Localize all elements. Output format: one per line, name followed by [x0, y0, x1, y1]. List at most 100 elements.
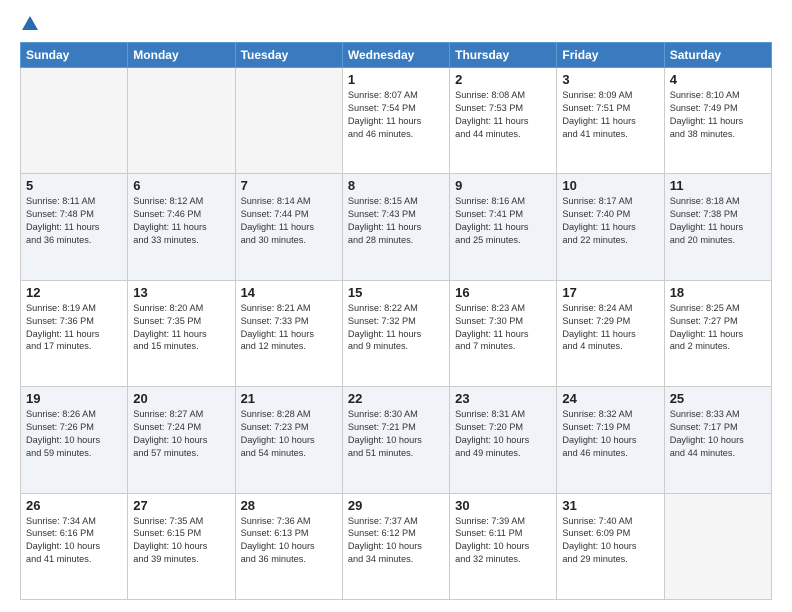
calendar-cell: 8 Sunrise: 8:15 AM Sunset: 7:43 PM Daylig…: [342, 174, 449, 280]
day-info: Sunrise: 8:26 AM Sunset: 7:26 PM Dayligh…: [26, 408, 122, 460]
day-info: Sunrise: 8:31 AM Sunset: 7:20 PM Dayligh…: [455, 408, 551, 460]
day-info: Sunrise: 7:34 AM Sunset: 6:16 PM Dayligh…: [26, 515, 122, 567]
day-info: Sunrise: 8:33 AM Sunset: 7:17 PM Dayligh…: [670, 408, 766, 460]
week-row-2: 5Sunrise: 8:11 AM Sunset: 7:48 PM Daylig…: [21, 174, 772, 280]
header: [20, 16, 772, 32]
day-number: 25: [670, 391, 766, 406]
calendar-cell: 3Sunrise: 8:09 AM Sunset: 7:51 PM Daylig…: [557, 68, 664, 174]
weekday-header-friday: Friday: [557, 43, 664, 68]
day-info: Sunrise: 8:20 AM Sunset: 7:35 PM Dayligh…: [133, 302, 229, 354]
calendar-cell: 27 Sunrise: 7:35 AM Sunset: 6:15 PM Dayli…: [128, 493, 235, 599]
day-info: Sunrise: 8:12 AM Sunset: 7:46 PM Dayligh…: [133, 195, 229, 247]
day-number: 27: [133, 498, 229, 513]
calendar-table: SundayMondayTuesdayWednesdayThursdayFrid…: [20, 42, 772, 600]
day-number: 7: [241, 178, 337, 193]
day-number: 4: [670, 72, 766, 87]
day-info: Sunrise: 7:35 AM Sunset: 6:15 PM Dayligh…: [133, 515, 229, 567]
day-number: 17: [562, 285, 658, 300]
weekday-header-row: SundayMondayTuesdayWednesdayThursdayFrid…: [21, 43, 772, 68]
day-number: 28: [241, 498, 337, 513]
calendar-cell: 19 Sunrise: 8:26 AM Sunset: 7:26 PM Dayli…: [21, 387, 128, 493]
calendar-cell: 6 Sunrise: 8:12 AM Sunset: 7:46 PM Daylig…: [128, 174, 235, 280]
calendar-cell: [664, 493, 771, 599]
logo: [20, 16, 38, 32]
day-number: 16: [455, 285, 551, 300]
calendar-cell: 20 Sunrise: 8:27 AM Sunset: 7:24 PM Dayli…: [128, 387, 235, 493]
weekday-header-saturday: Saturday: [664, 43, 771, 68]
day-number: 3: [562, 72, 658, 87]
day-number: 21: [241, 391, 337, 406]
day-number: 12: [26, 285, 122, 300]
day-info: Sunrise: 8:30 AM Sunset: 7:21 PM Dayligh…: [348, 408, 444, 460]
calendar-cell: 2 Sunrise: 8:08 AM Sunset: 7:53 PM Daylig…: [450, 68, 557, 174]
weekday-header-tuesday: Tuesday: [235, 43, 342, 68]
day-info: Sunrise: 8:24 AM Sunset: 7:29 PM Dayligh…: [562, 302, 658, 354]
day-info: Sunrise: 8:10 AM Sunset: 7:49 PM Dayligh…: [670, 89, 766, 141]
day-info: Sunrise: 8:08 AM Sunset: 7:53 PM Dayligh…: [455, 89, 551, 141]
calendar-cell: 11 Sunrise: 8:18 AM Sunset: 7:38 PM Dayli…: [664, 174, 771, 280]
day-info: Sunrise: 7:40 AM Sunset: 6:09 PM Dayligh…: [562, 515, 658, 567]
calendar-cell: 9 Sunrise: 8:16 AM Sunset: 7:41 PM Daylig…: [450, 174, 557, 280]
day-number: 30: [455, 498, 551, 513]
day-info: Sunrise: 8:14 AM Sunset: 7:44 PM Dayligh…: [241, 195, 337, 247]
day-number: 2: [455, 72, 551, 87]
week-row-4: 19 Sunrise: 8:26 AM Sunset: 7:26 PM Dayli…: [21, 387, 772, 493]
day-info: Sunrise: 8:16 AM Sunset: 7:41 PM Dayligh…: [455, 195, 551, 247]
day-number: 29: [348, 498, 444, 513]
day-info: Sunrise: 8:28 AM Sunset: 7:23 PM Dayligh…: [241, 408, 337, 460]
day-number: 8: [348, 178, 444, 193]
day-info: Sunrise: 8:23 AM Sunset: 7:30 PM Dayligh…: [455, 302, 551, 354]
day-number: 20: [133, 391, 229, 406]
day-number: 19: [26, 391, 122, 406]
calendar-cell: 4 Sunrise: 8:10 AM Sunset: 7:49 PM Daylig…: [664, 68, 771, 174]
day-info: Sunrise: 8:27 AM Sunset: 7:24 PM Dayligh…: [133, 408, 229, 460]
day-number: 1: [348, 72, 444, 87]
calendar-cell: 18Sunrise: 8:25 AM Sunset: 7:27 PM Dayli…: [664, 280, 771, 386]
calendar-cell: 12Sunrise: 8:19 AM Sunset: 7:36 PM Dayli…: [21, 280, 128, 386]
day-info: Sunrise: 7:39 AM Sunset: 6:11 PM Dayligh…: [455, 515, 551, 567]
calendar-cell: 1Sunrise: 8:07 AM Sunset: 7:54 PM Daylig…: [342, 68, 449, 174]
calendar-cell: 23 Sunrise: 8:31 AM Sunset: 7:20 PM Dayli…: [450, 387, 557, 493]
week-row-5: 26Sunrise: 7:34 AM Sunset: 6:16 PM Dayli…: [21, 493, 772, 599]
calendar-cell: 30 Sunrise: 7:39 AM Sunset: 6:11 PM Dayli…: [450, 493, 557, 599]
day-number: 15: [348, 285, 444, 300]
day-number: 6: [133, 178, 229, 193]
week-row-3: 12Sunrise: 8:19 AM Sunset: 7:36 PM Dayli…: [21, 280, 772, 386]
page: SundayMondayTuesdayWednesdayThursdayFrid…: [0, 0, 792, 612]
calendar-cell: 14 Sunrise: 8:21 AM Sunset: 7:33 PM Dayli…: [235, 280, 342, 386]
calendar-cell: 28 Sunrise: 7:36 AM Sunset: 6:13 PM Dayli…: [235, 493, 342, 599]
logo-triangle-icon: [22, 16, 38, 30]
day-info: Sunrise: 8:15 AM Sunset: 7:43 PM Dayligh…: [348, 195, 444, 247]
calendar-cell: 16 Sunrise: 8:23 AM Sunset: 7:30 PM Dayli…: [450, 280, 557, 386]
calendar-cell: [21, 68, 128, 174]
calendar-cell: 5Sunrise: 8:11 AM Sunset: 7:48 PM Daylig…: [21, 174, 128, 280]
calendar-cell: 25 Sunrise: 8:33 AM Sunset: 7:17 PM Dayli…: [664, 387, 771, 493]
day-number: 23: [455, 391, 551, 406]
week-row-1: 1Sunrise: 8:07 AM Sunset: 7:54 PM Daylig…: [21, 68, 772, 174]
calendar-cell: 22 Sunrise: 8:30 AM Sunset: 7:21 PM Dayli…: [342, 387, 449, 493]
calendar-cell: 10Sunrise: 8:17 AM Sunset: 7:40 PM Dayli…: [557, 174, 664, 280]
calendar-cell: [128, 68, 235, 174]
day-number: 14: [241, 285, 337, 300]
calendar-cell: 24 Sunrise: 8:32 AM Sunset: 7:19 PM Dayli…: [557, 387, 664, 493]
calendar-cell: 17 Sunrise: 8:24 AM Sunset: 7:29 PM Dayli…: [557, 280, 664, 386]
day-info: Sunrise: 8:32 AM Sunset: 7:19 PM Dayligh…: [562, 408, 658, 460]
day-info: Sunrise: 8:18 AM Sunset: 7:38 PM Dayligh…: [670, 195, 766, 247]
day-number: 31: [562, 498, 658, 513]
day-info: Sunrise: 8:17 AM Sunset: 7:40 PM Dayligh…: [562, 195, 658, 247]
day-info: Sunrise: 8:22 AM Sunset: 7:32 PM Dayligh…: [348, 302, 444, 354]
calendar-cell: [235, 68, 342, 174]
calendar-cell: 13 Sunrise: 8:20 AM Sunset: 7:35 PM Dayli…: [128, 280, 235, 386]
day-number: 5: [26, 178, 122, 193]
day-number: 13: [133, 285, 229, 300]
calendar-cell: 21 Sunrise: 8:28 AM Sunset: 7:23 PM Dayli…: [235, 387, 342, 493]
day-number: 22: [348, 391, 444, 406]
day-number: 11: [670, 178, 766, 193]
day-info: Sunrise: 8:21 AM Sunset: 7:33 PM Dayligh…: [241, 302, 337, 354]
calendar-cell: 31 Sunrise: 7:40 AM Sunset: 6:09 PM Dayli…: [557, 493, 664, 599]
calendar-cell: 26Sunrise: 7:34 AM Sunset: 6:16 PM Dayli…: [21, 493, 128, 599]
day-info: Sunrise: 7:36 AM Sunset: 6:13 PM Dayligh…: [241, 515, 337, 567]
day-number: 9: [455, 178, 551, 193]
day-number: 24: [562, 391, 658, 406]
day-number: 18: [670, 285, 766, 300]
